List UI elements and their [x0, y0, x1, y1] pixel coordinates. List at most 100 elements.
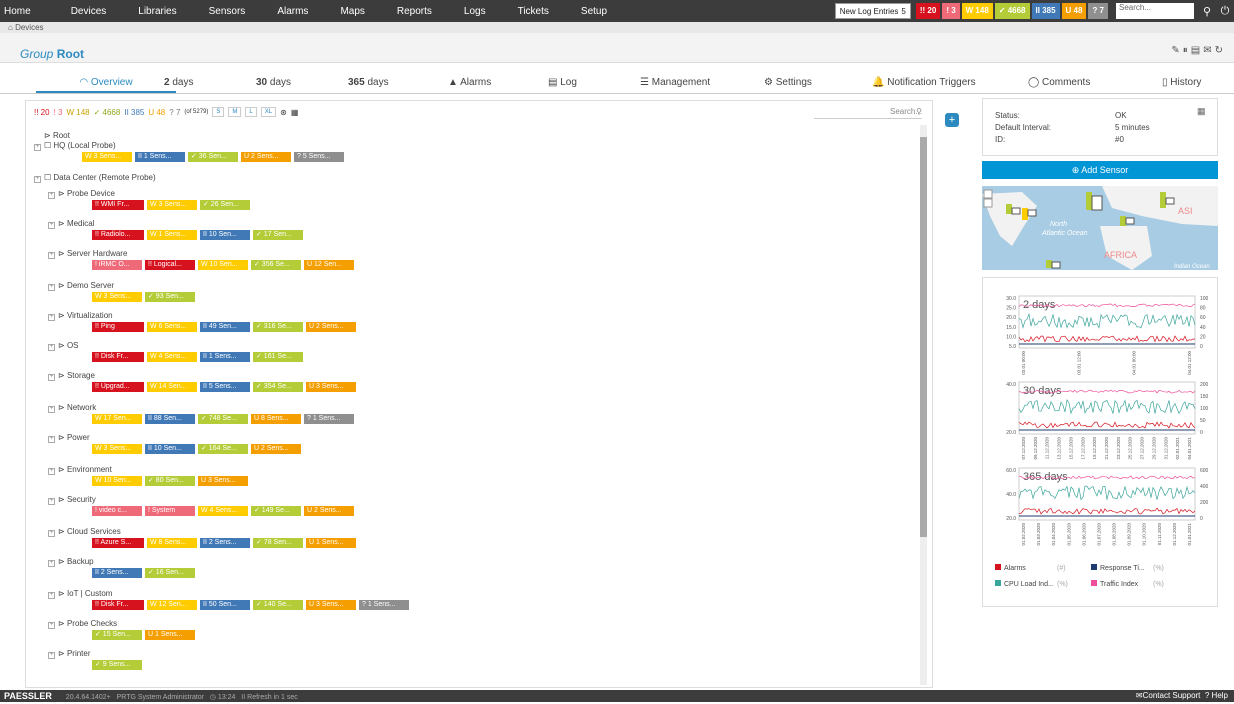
sensor-status-tag[interactable]: II 10 Sen...	[145, 444, 195, 454]
user-name[interactable]: PRTG System Administrator	[117, 694, 204, 701]
sensor-status-tag[interactable]: ✓ 80 Sen...	[145, 476, 195, 486]
tree-node[interactable]: + ⊳ Probe Device	[48, 189, 115, 199]
sensor-status-tag[interactable]: II 5 Sens...	[200, 382, 250, 392]
sensor-status-tag[interactable]: ! iRMC O...	[92, 260, 142, 270]
tab-overview[interactable]: ◠ Overview	[36, 77, 176, 93]
sensor-status-tag[interactable]: ✓ 356 Se...	[251, 260, 301, 270]
sensor-status-tag[interactable]: ✓ 17 Sen...	[253, 230, 303, 240]
tree-node[interactable]: + ⊳ Storage	[48, 371, 95, 381]
sensor-status-tag[interactable]: ✓ 93 Sen...	[145, 292, 195, 302]
nav-setup[interactable]: Setup	[573, 6, 607, 17]
sunburst-view-icon[interactable]: ⊛	[280, 108, 287, 117]
filter-status-item[interactable]: II 385	[124, 108, 144, 117]
tab-management[interactable]: ☰ Management	[640, 77, 710, 88]
sensor-status-tag[interactable]: !! Radiolo...	[92, 230, 144, 240]
expand-toggle-icon[interactable]: +	[34, 144, 41, 151]
filter-status-item[interactable]: ! 3	[54, 108, 63, 117]
sensor-status-tag[interactable]: ? 1 Sens...	[304, 414, 354, 424]
top-count-badge[interactable]: II 385	[1031, 3, 1060, 19]
expand-toggle-icon[interactable]: +	[48, 252, 55, 259]
sensor-status-tag[interactable]: ✓ 354 Se...	[253, 382, 303, 392]
expand-toggle-icon[interactable]	[34, 131, 41, 138]
size-xl-button[interactable]: XL	[260, 107, 277, 117]
search-icon[interactable]: ⚲	[1202, 5, 1212, 18]
add-group-button[interactable]: +	[945, 113, 959, 127]
sensor-status-tag[interactable]: ? 1 Sens...	[359, 600, 409, 610]
sensor-status-tag[interactable]: ✓ 149 Se...	[251, 506, 301, 516]
sensor-status-tag[interactable]: W 12 Sen...	[147, 600, 197, 610]
tree-node[interactable]: + ⊳ Demo Server	[48, 281, 114, 291]
sensor-status-tag[interactable]: ✓ 26 Sen...	[200, 200, 250, 210]
tree-node[interactable]: + ⊳ Server Hardware	[48, 249, 127, 259]
nav-home[interactable]: Home	[0, 6, 31, 17]
sensor-status-tag[interactable]: ! System	[145, 506, 195, 516]
map-zoom-out[interactable]	[983, 198, 993, 208]
home-icon[interactable]: ⌂	[8, 23, 13, 32]
nav-tickets[interactable]: Tickets	[510, 6, 549, 17]
tree-search-input[interactable]: Search... ⚲	[814, 105, 922, 119]
top-search-input[interactable]: Search...	[1116, 3, 1194, 19]
expand-toggle-icon[interactable]: +	[48, 498, 55, 505]
size-s-button[interactable]: S	[212, 107, 225, 117]
sensor-status-tag[interactable]: ✓ 164 Se...	[198, 444, 248, 454]
add-sensor-button[interactable]: ⊕ Add Sensor	[982, 161, 1218, 179]
tile-view-icon[interactable]: ▦	[291, 108, 299, 117]
sensor-status-tag[interactable]: U 3 Sens...	[306, 382, 356, 392]
sensor-status-tag[interactable]: II 2 Sens...	[92, 568, 142, 578]
sensor-status-tag[interactable]: II 2 Sens...	[200, 538, 250, 548]
pause-refresh-icon[interactable]: II	[241, 694, 245, 701]
tab-30-days[interactable]: 30 days	[256, 77, 291, 88]
sensor-status-tag[interactable]: !! Disk Fr...	[92, 352, 144, 362]
tab-comments[interactable]: ◯ Comments	[1028, 77, 1090, 88]
legend-label[interactable]: Traffic Index	[1100, 581, 1139, 588]
legend-label[interactable]: Alarms	[1004, 565, 1026, 572]
sensor-status-tag[interactable]: II 1 Sens...	[135, 152, 185, 162]
sensor-status-tag[interactable]: W 6 Sens...	[147, 322, 197, 332]
sensor-status-tag[interactable]: !! Logical...	[145, 260, 195, 270]
nav-alarms[interactable]: Alarms	[269, 6, 308, 17]
top-count-badge[interactable]: W 148	[961, 3, 993, 19]
tree-node[interactable]: + ⊳ Medical	[48, 219, 95, 229]
sensor-status-tag[interactable]: U 3 Sens...	[306, 600, 356, 610]
tree-node[interactable]: + ⊳ Security	[48, 495, 96, 505]
sensor-status-tag[interactable]: !! Disk Fr...	[92, 600, 144, 610]
mini-graph-0[interactable]: 2 days30.025.020.015.010.05.010080604020…	[1006, 295, 1209, 375]
expand-toggle-icon[interactable]: +	[34, 176, 41, 183]
sensor-status-tag[interactable]: U 2 Sens...	[241, 152, 291, 162]
report-icon[interactable]: ▤	[1191, 45, 1203, 56]
sensor-status-tag[interactable]: W 8 Sens...	[147, 538, 197, 548]
expand-toggle-icon[interactable]: +	[48, 284, 55, 291]
sensor-status-tag[interactable]: W 1 Sens...	[147, 230, 197, 240]
sensor-status-tag[interactable]: ✓ 15 Sen...	[92, 630, 142, 640]
tree-node[interactable]: + ⊳ Printer	[48, 649, 91, 659]
filter-status-item[interactable]: ? 7	[169, 108, 180, 117]
sensor-status-tag[interactable]: W 4 Sens...	[198, 506, 248, 516]
contact-support-link[interactable]: Contact Support	[1143, 691, 1201, 700]
new-log-entries-button[interactable]: New Log Entries 5	[834, 3, 911, 19]
tab-365-days[interactable]: 365 days	[348, 77, 389, 88]
tree-node[interactable]: + ⊳ Cloud Services	[48, 527, 121, 537]
breadcrumb-devices[interactable]: Devices	[15, 23, 43, 32]
sensor-status-tag[interactable]: ? 5 Sens...	[294, 152, 344, 162]
tree-node[interactable]: + ⊳ Probe Checks	[48, 619, 117, 629]
expand-toggle-icon[interactable]: +	[48, 192, 55, 199]
sensor-status-tag[interactable]: ✓ 78 Sen...	[253, 538, 303, 548]
expand-toggle-icon[interactable]: +	[48, 530, 55, 537]
tree-node[interactable]: + ☐ HQ (Local Probe)	[34, 141, 116, 151]
qr-code-icon[interactable]: ▦	[1197, 106, 1207, 118]
sensor-status-tag[interactable]: U 8 Sens...	[251, 414, 301, 424]
expand-toggle-icon[interactable]: +	[48, 344, 55, 351]
tab-alarms[interactable]: ▲ Alarms	[448, 77, 491, 88]
sensor-status-tag[interactable]: ✓ 161 Se...	[253, 352, 303, 362]
sensor-status-tag[interactable]: ✓ 316 Se...	[253, 322, 303, 332]
pause-icon[interactable]: ⏸	[1183, 45, 1191, 56]
refresh-icon[interactable]: ↻	[1215, 45, 1226, 56]
tab-history[interactable]: ▯ History	[1162, 77, 1201, 88]
legend-label[interactable]: CPU Load Ind...	[1004, 581, 1054, 588]
nav-logs[interactable]: Logs	[456, 6, 486, 17]
sensor-status-tag[interactable]: II 50 Sen...	[200, 600, 250, 610]
scrollbar[interactable]	[920, 125, 927, 685]
expand-toggle-icon[interactable]: +	[48, 314, 55, 321]
expand-toggle-icon[interactable]: +	[48, 622, 55, 629]
nav-devices[interactable]: Devices	[63, 6, 107, 17]
